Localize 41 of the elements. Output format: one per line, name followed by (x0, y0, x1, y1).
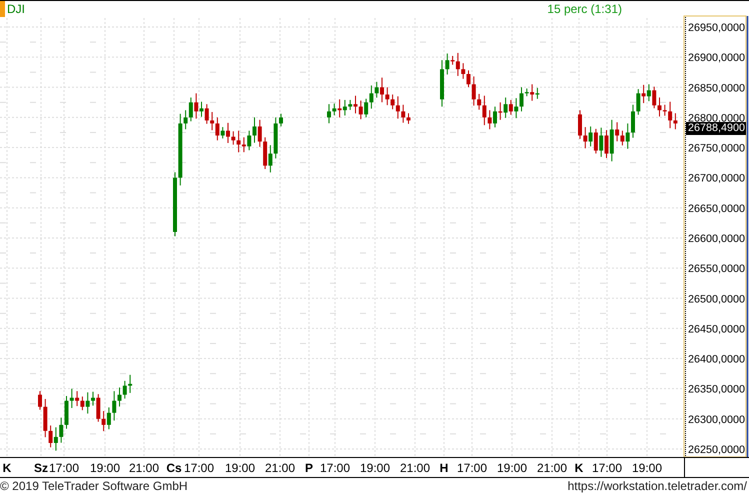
day-label: K (574, 461, 584, 475)
price-label: 26500,0000 (688, 293, 746, 306)
website-link[interactable]: https://workstation.teletrader.com/ (568, 479, 747, 493)
price-label: 26250,0000 (688, 444, 746, 456)
price-label: 26700,0000 (688, 172, 746, 185)
price-label: 26750,0000 (688, 142, 746, 155)
interval-label: 15 perc (1:31) (547, 2, 622, 16)
time-label: 17:00 (48, 461, 80, 475)
copyright-text: © 2019 TeleTrader Software GmbH (0, 479, 188, 493)
time-label: 19:00 (496, 461, 528, 475)
price-label: 26550,0000 (688, 263, 746, 276)
symbol-label: DJI (7, 2, 25, 16)
time-label: 21:00 (400, 461, 430, 475)
time-label: 17:00 (456, 461, 488, 475)
price-label: 26300,0000 (688, 414, 746, 426)
time-label: 19:00 (360, 461, 390, 475)
time-label: 19:00 (90, 461, 120, 475)
time-label: 21:00 (536, 461, 568, 475)
time-label: 19:00 (632, 461, 662, 475)
time-label: 17:00 (320, 461, 350, 475)
time-label: 19:00 (224, 461, 256, 475)
price-label: 26950,0000 (688, 22, 746, 34)
day-label: Cs (166, 461, 182, 475)
last-price: 26788,4900 (686, 122, 746, 136)
day-label: K (2, 461, 12, 475)
time-label: 17:00 (184, 461, 214, 475)
symbol-marker (0, 1, 5, 17)
price-label: 26400,0000 (688, 354, 746, 366)
time-label: 21:00 (128, 461, 160, 475)
price-label: 26900,0000 (688, 52, 746, 64)
price-label: 26350,0000 (688, 384, 746, 396)
price-label: 26850,0000 (688, 82, 746, 94)
time-label: 17:00 (592, 461, 622, 475)
time-label: 21:00 (264, 461, 296, 475)
price-label: 26450,0000 (688, 323, 746, 336)
day-label: Sz (34, 461, 48, 475)
price-label: 26600,0000 (688, 232, 746, 245)
price-label: 26800,0000 (688, 112, 746, 124)
price-label: 26650,0000 (688, 202, 746, 215)
day-label: P (305, 461, 313, 475)
day-label: H (440, 461, 448, 475)
